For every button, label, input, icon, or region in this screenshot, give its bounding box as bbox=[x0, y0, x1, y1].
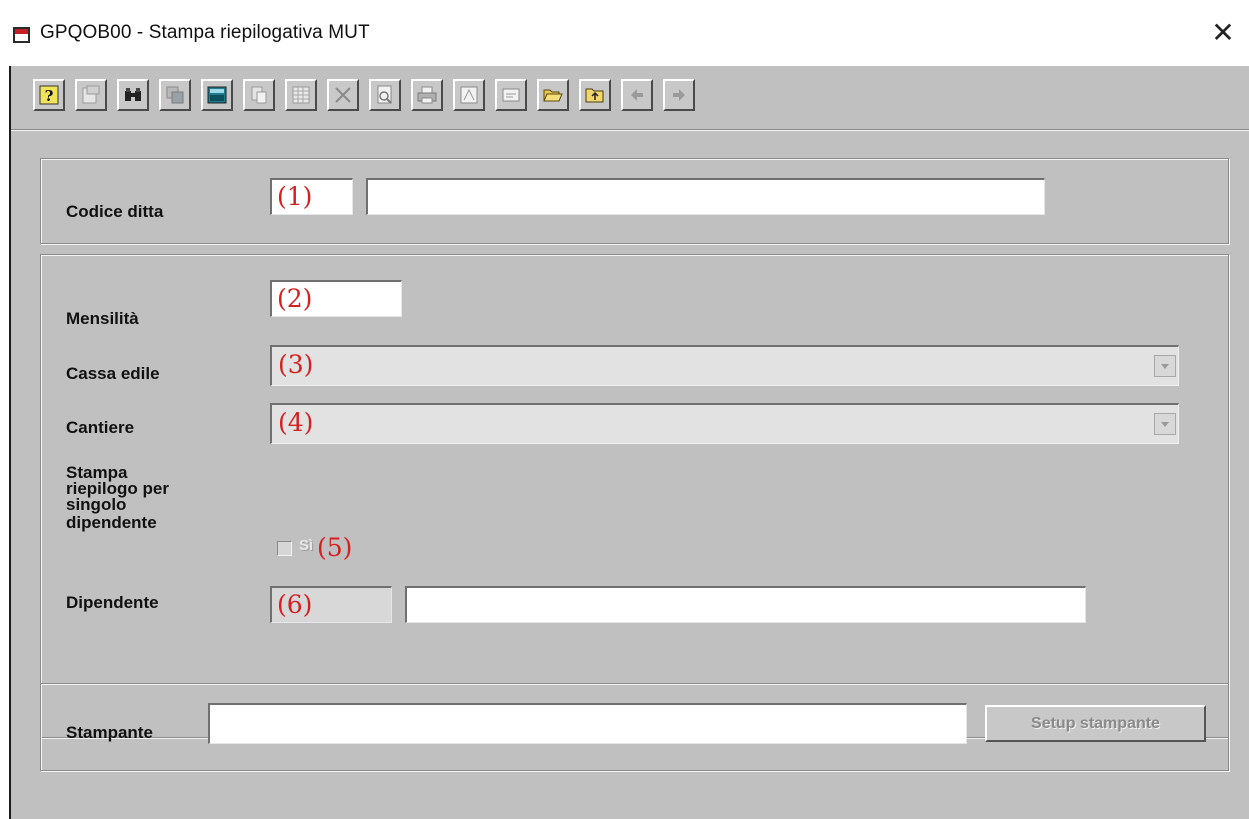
paste-icon[interactable] bbox=[243, 79, 275, 111]
delete-icon[interactable] bbox=[327, 79, 359, 111]
field-marker-5: (5) bbox=[317, 533, 353, 562]
codice-ditta-label: Codice ditta bbox=[66, 202, 164, 221]
dipendente-label: Dipendente bbox=[66, 593, 159, 612]
field-marker-6: (6) bbox=[277, 590, 313, 619]
codice-ditta-input[interactable]: (1) bbox=[270, 178, 353, 215]
checkbox-si-label: Sì bbox=[299, 537, 314, 554]
stampa-riepilogo-label-4: dipendente bbox=[66, 513, 157, 532]
copy-icon[interactable] bbox=[159, 79, 191, 111]
cassa-edile-select[interactable]: (3) bbox=[270, 345, 1179, 386]
app-window-icon bbox=[13, 27, 30, 43]
arrow-left-icon[interactable] bbox=[621, 79, 653, 111]
company-group: Codice ditta (1) bbox=[40, 158, 1229, 244]
svg-text:?: ? bbox=[45, 87, 54, 105]
mensilita-input[interactable]: (2) bbox=[270, 280, 402, 317]
folder-up-icon[interactable] bbox=[579, 79, 611, 111]
grid-icon[interactable] bbox=[285, 79, 317, 111]
setup-stampante-button[interactable]: Setup stampante bbox=[985, 705, 1206, 742]
cantiere-select[interactable]: (4) bbox=[270, 403, 1179, 444]
field-marker-3: (3) bbox=[278, 350, 314, 379]
window-title: GPQOB00 - Stampa riepilogativa MUT bbox=[40, 22, 370, 43]
cassa-edile-label: Cassa edile bbox=[66, 364, 160, 383]
cantiere-label: Cantiere bbox=[66, 418, 135, 437]
stampante-input[interactable] bbox=[208, 703, 967, 744]
field-marker-2: (2) bbox=[277, 284, 313, 313]
print-preview-icon[interactable] bbox=[369, 79, 401, 111]
stampante-label: Stampante bbox=[66, 723, 153, 742]
field-marker-4: (4) bbox=[278, 408, 314, 437]
help-icon[interactable]: ? bbox=[33, 79, 65, 111]
chevron-down-icon[interactable] bbox=[1154, 413, 1176, 435]
toolbar: ? bbox=[11, 66, 1249, 128]
properties-icon[interactable] bbox=[75, 79, 107, 111]
note-icon[interactable] bbox=[495, 79, 527, 111]
printer-group: Stampante Setup stampante bbox=[40, 683, 1229, 771]
printer-icon[interactable] bbox=[411, 79, 443, 111]
binoculars-icon[interactable] bbox=[117, 79, 149, 111]
toolbar-divider-highlight bbox=[11, 130, 1249, 131]
title-bar: GPQOB00 - Stampa riepilogativa MUT ✕ bbox=[0, 0, 1249, 66]
mensilita-label: Mensilità bbox=[66, 309, 139, 328]
dipendente-name-field bbox=[405, 586, 1086, 623]
field-marker-1: (1) bbox=[277, 182, 313, 211]
close-icon[interactable]: ✕ bbox=[1208, 18, 1238, 48]
document-icon[interactable] bbox=[453, 79, 485, 111]
calculator-icon[interactable] bbox=[201, 79, 233, 111]
filters-group: Mensilità (2) Cassa edile (3) Cantiere (… bbox=[40, 254, 1229, 738]
ragione-sociale-field bbox=[366, 178, 1045, 215]
stampa-riepilogo-checkbox[interactable] bbox=[277, 541, 292, 556]
stampa-riepilogo-label-3: singolo bbox=[66, 495, 127, 514]
window-client-area: ? Codice ditta (1) Mensilità (2) Cassa e… bbox=[11, 66, 1249, 819]
dipendente-code-input[interactable]: (6) bbox=[270, 586, 392, 623]
arrow-right-icon[interactable] bbox=[663, 79, 695, 111]
open-folder-icon[interactable] bbox=[537, 79, 569, 111]
chevron-down-icon[interactable] bbox=[1154, 355, 1176, 377]
